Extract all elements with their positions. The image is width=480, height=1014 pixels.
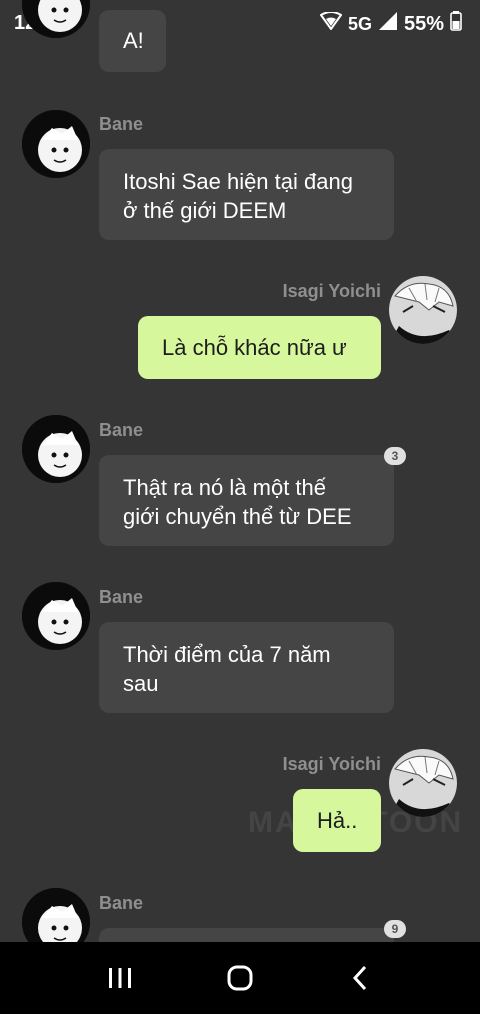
message-bubble[interactable]: Thật ra nó là một thế giới chuyển thể từ… bbox=[99, 455, 394, 546]
back-icon[interactable] bbox=[340, 960, 380, 996]
avatar-isagi[interactable] bbox=[389, 276, 457, 344]
avatar-bane[interactable] bbox=[22, 110, 90, 178]
message-line: giới chuyển thể từ DEE bbox=[123, 504, 352, 529]
avatar-isagi[interactable] bbox=[389, 749, 457, 817]
message-bubble-self[interactable]: Là chỗ khác nữa ư bbox=[138, 316, 381, 379]
status-right: 5G 55% bbox=[319, 11, 462, 37]
sender-name: Bane bbox=[99, 893, 144, 913]
message-bubble[interactable]: Itoshi Sae hiện tại đang ở thế giới DEEM bbox=[99, 149, 394, 240]
navigation-bar bbox=[0, 942, 480, 1014]
comment-count-badge[interactable]: 3 bbox=[384, 447, 406, 465]
avatar-bane[interactable] bbox=[22, 582, 90, 650]
home-icon[interactable] bbox=[220, 960, 260, 996]
avatar-bane[interactable] bbox=[22, 415, 90, 483]
message-bubble[interactable]: Thời điểm của 7 năm sau bbox=[99, 622, 394, 713]
sender-name: Isagi Yoichi bbox=[282, 281, 381, 301]
signal-icon bbox=[378, 11, 398, 37]
message-text: A! bbox=[123, 28, 144, 53]
message-line: Itoshi Sae hiện tại đang bbox=[123, 169, 353, 194]
message-line: ở thế giới DEEM bbox=[123, 198, 287, 223]
battery-icon bbox=[450, 11, 462, 37]
message-text: Hả.. bbox=[317, 808, 358, 833]
wifi-icon bbox=[319, 11, 343, 36]
battery-level: 55% bbox=[403, 12, 444, 35]
message-text: Là chỗ khác nữa ư bbox=[162, 335, 347, 360]
sender-name: Bane bbox=[99, 420, 144, 440]
message-line: sau bbox=[123, 671, 159, 696]
sender-name: Isagi Yoichi bbox=[282, 754, 381, 774]
message-bubble-self[interactable]: Hả.. bbox=[293, 789, 381, 852]
sender-name: Bane bbox=[99, 114, 144, 134]
message-bubble[interactable]: A! bbox=[99, 10, 166, 72]
network-type: 5G bbox=[347, 13, 372, 34]
message-line: Thời điểm của 7 năm bbox=[123, 642, 331, 667]
message-line: Thật ra nó là một thế bbox=[123, 475, 326, 500]
recent-apps-icon[interactable] bbox=[100, 960, 140, 996]
sender-name: Bane bbox=[99, 587, 144, 607]
comment-count-badge[interactable]: 9 bbox=[384, 920, 406, 938]
